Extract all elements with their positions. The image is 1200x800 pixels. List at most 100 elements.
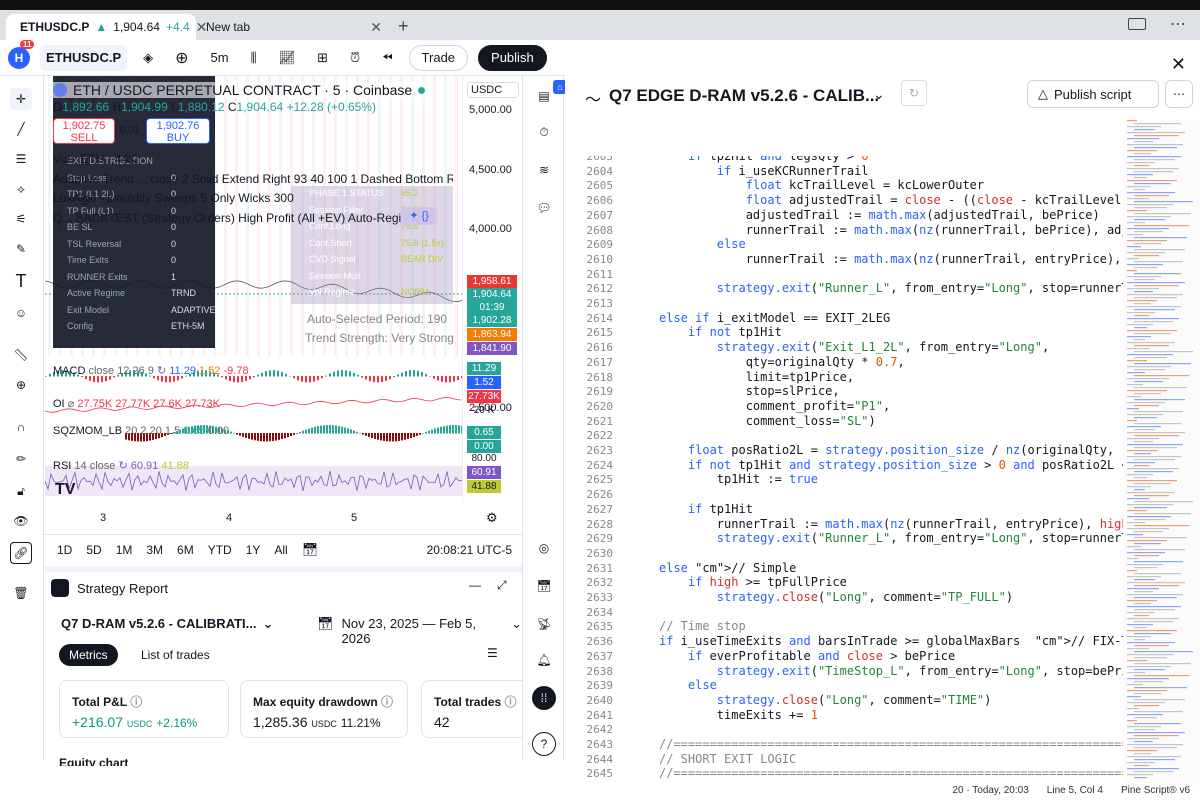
code-line[interactable]: if high >= tpFullPrice: [659, 575, 847, 589]
code-line[interactable]: strategy.close("Long", comment="TP_FULL"…: [659, 590, 1013, 604]
code-line[interactable]: strategy.exit("TimeStop_L", from_entry="…: [659, 664, 1125, 678]
refresh-icon[interactable]: ↻: [901, 80, 927, 106]
chat-icon[interactable]: 💬︎: [532, 196, 556, 220]
trendline-icon[interactable]: ╱: [10, 118, 32, 140]
range-3m[interactable]: 3M: [146, 543, 163, 557]
columns-icon[interactable]: ☰: [487, 646, 498, 660]
screen-icon[interactable]: [1128, 18, 1146, 30]
code-line[interactable]: strategy.exit("Runner_L", from_entry="Lo…: [659, 281, 1125, 295]
code-line[interactable]: runnerTrail := math.max(nz(runnerTrail, …: [659, 223, 1125, 237]
interval-button[interactable]: 5m: [205, 45, 235, 71]
publish-script-button[interactable]: △ Publish script: [1027, 80, 1159, 108]
code-line[interactable]: limit=tp1Price,: [659, 370, 854, 384]
more-options-icon[interactable]: ⋯: [1165, 80, 1193, 108]
close-tab-icon[interactable]: ✕: [370, 19, 382, 36]
trade-button[interactable]: Trade: [408, 44, 469, 71]
code-line[interactable]: if i_useKCRunnerTrail: [659, 164, 869, 178]
code-minimap[interactable]: [1123, 120, 1200, 785]
price-axis[interactable]: USDC 5,000.004,500.004,000.003,500.003,0…: [462, 76, 520, 502]
code-line[interactable]: strategy.exit("Exit_L1_2L", from_entry="…: [659, 340, 1049, 354]
user-avatar[interactable]: H 11: [8, 39, 35, 69]
range-1d[interactable]: 1D: [57, 543, 72, 557]
code-line[interactable]: if not tp1Hit and strategy.position_size…: [659, 458, 1125, 472]
replay-icon[interactable]: ⏪︎: [376, 45, 398, 71]
code-line[interactable]: else if i_exitModel == EXIT_2LEG: [659, 311, 890, 325]
list-of-trades-tab[interactable]: List of trades: [131, 644, 220, 666]
range-5d[interactable]: 5D: [86, 543, 101, 557]
code-line[interactable]: strategy.close("Long", comment="TIME"): [659, 693, 992, 707]
candles-icon[interactable]: ⫼: [245, 45, 263, 71]
sell-button[interactable]: 1,902.75 SELL: [53, 118, 115, 144]
zoom-icon[interactable]: ⊕: [10, 374, 32, 396]
script-title[interactable]: Q7 EDGE D-RAM v5.2.6 - CALIB...: [609, 86, 879, 106]
code-line[interactable]: //======================================…: [659, 766, 1125, 780]
code-line[interactable]: runnerTrail := math.max(nz(runnerTrail, …: [659, 517, 1125, 531]
pattern-icon[interactable]: ⟡: [10, 178, 32, 200]
crosshair-icon[interactable]: ✛: [10, 88, 32, 110]
trash-icon[interactable]: 🗑︎: [10, 582, 32, 604]
code-line[interactable]: stop=slPrice,: [659, 384, 840, 398]
bell-icon[interactable]: 🔔︎: [532, 648, 556, 672]
code-line[interactable]: strategy.exit("Runner_L", from_entry="Lo…: [659, 531, 1125, 545]
new-tab-plus-icon[interactable]: +: [398, 16, 409, 37]
fib-icon[interactable]: ☰: [10, 148, 32, 170]
layouts-grid-icon[interactable]: ⊞: [311, 45, 334, 71]
symbol-search-button[interactable]: ETHUSDC.P: [40, 44, 128, 71]
info-icon[interactable]: ⓘ: [130, 695, 142, 709]
emoji-icon[interactable]: ☺: [10, 302, 32, 324]
code-line[interactable]: qty=originalQty * 0.7,: [659, 355, 905, 369]
metrics-tab[interactable]: Metrics: [59, 644, 118, 666]
indicator-legend-row[interactable]: Q... BACKTEST (Strategy Orders) High Pro…: [53, 211, 429, 225]
info-icon[interactable]: ⓘ: [381, 695, 393, 709]
close-editor-icon[interactable]: ✕: [1171, 54, 1186, 75]
target-icon[interactable]: ◎: [532, 536, 556, 560]
range-all[interactable]: All: [274, 543, 287, 557]
code-line[interactable]: else "cm">// Simple: [659, 561, 796, 575]
help-icon[interactable]: ?: [532, 732, 556, 756]
publish-button[interactable]: Publish: [478, 44, 547, 71]
code-line[interactable]: if not tp1Hit: [659, 325, 782, 339]
code-editor[interactable]: 2603 if tp2Hit and legsQty > 0 2604 if i_…: [565, 156, 1126, 786]
magnet-icon[interactable]: ∩: [10, 416, 32, 438]
buy-button[interactable]: 1,902.76 BUY: [146, 118, 210, 144]
chevron-down-icon[interactable]: ⌄: [873, 86, 885, 103]
prediction-icon[interactable]: ⚟: [10, 208, 32, 230]
eye-icon[interactable]: 👁︎: [10, 510, 32, 532]
code-line[interactable]: //======================================…: [659, 737, 1125, 751]
date-range[interactable]: 📅︎ Nov 23, 2025 — Feb 5, 2026 ⌄: [317, 616, 522, 646]
strategy-report-tab[interactable]: Strategy Report: [51, 576, 168, 600]
code-line[interactable]: timeExits += 1: [659, 708, 818, 722]
indicator-legend-row[interactable]: LuxAlgo - Liquidity Sweeps 5 Only Wicks …: [53, 191, 294, 205]
range-1m[interactable]: 1M: [116, 543, 133, 557]
code-line[interactable]: if everProfitable and close > bePrice: [659, 649, 955, 663]
layers-icon[interactable]: ≋: [532, 158, 556, 182]
alerts-clock-icon[interactable]: ⏱︎: [532, 120, 556, 144]
indicator-actions[interactable]: ✦ {}: [401, 207, 437, 225]
code-line[interactable]: else: [659, 237, 746, 251]
chart-pane[interactable]: EXIT DISTRIBUTION Stop Loss 0 TP1 (L1 2L) 0 T…: [45, 76, 462, 502]
link-icon[interactable]: 🔗︎: [10, 542, 32, 564]
code-line[interactable]: else: [659, 678, 717, 692]
ruler-icon[interactable]: 📏︎: [10, 344, 32, 366]
code-line[interactable]: adjustedTrail := math.max(adjustedTrail,…: [659, 208, 1100, 222]
tab-menu-icon[interactable]: ⋯: [1170, 14, 1186, 34]
text-icon[interactable]: T: [10, 270, 32, 292]
code-line[interactable]: // SHORT EXIT LOGIC: [659, 752, 796, 766]
code-line[interactable]: runnerTrail := math.max(nz(runnerTrail, …: [659, 252, 1125, 266]
maximize-icon[interactable]: ⤢: [497, 578, 507, 593]
clock-label[interactable]: 20:08:21 UTC-5: [427, 543, 512, 557]
strategy-select[interactable]: Q7 D-RAM v5.2.6 - CALIBRATI... ⌄: [61, 616, 273, 632]
code-line[interactable]: // Time stop: [659, 619, 746, 633]
compare-plus-icon[interactable]: ⊕: [169, 45, 194, 71]
tab-new[interactable]: New tab ✕: [198, 14, 390, 40]
apps-grid-icon[interactable]: ⁞⁞: [532, 686, 556, 710]
code-line[interactable]: tp1Hit := true: [659, 472, 818, 486]
currency-select[interactable]: USDC: [467, 82, 520, 98]
code-line[interactable]: float kcTrailLevel = kcLowerOuter: [659, 178, 984, 192]
calendar-icon[interactable]: 📅︎: [302, 542, 319, 558]
lock-icon[interactable]: 🔓︎: [10, 480, 32, 502]
code-line[interactable]: if i_useTimeExits and barsInTrade >= glo…: [659, 634, 1125, 648]
settings-gear-icon[interactable]: ⚙: [486, 510, 498, 526]
minimize-icon[interactable]: —: [469, 578, 481, 592]
calendar-icon[interactable]: 📅︎: [532, 574, 556, 598]
